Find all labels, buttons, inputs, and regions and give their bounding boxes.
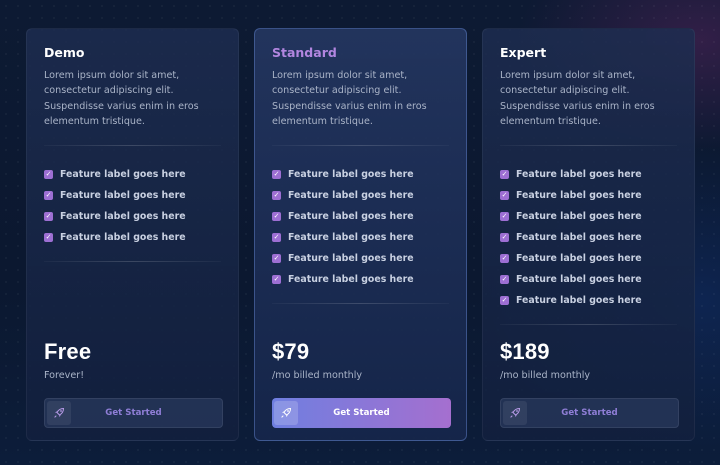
get-started-button[interactable]: Get Started <box>44 398 223 428</box>
plan-description: Lorem ipsum dolor sit amet, consectetur … <box>500 70 655 127</box>
feature-label: Feature label goes here <box>516 232 642 244</box>
pricing-card-expert: Expert Lorem ipsum dolor sit amet, conse… <box>482 28 695 441</box>
billing-period: /mo billed monthly <box>500 370 591 381</box>
price-block: $79 /mo billed monthly <box>272 339 362 381</box>
feature-item: ✓ Feature label goes here <box>500 248 677 269</box>
feature-label: Feature label goes here <box>60 169 186 181</box>
divider <box>44 145 221 147</box>
feature-label: Feature label goes here <box>516 190 642 202</box>
feature-label: Feature label goes here <box>60 211 186 223</box>
feature-item: ✓ Feature label goes here <box>500 227 677 248</box>
check-icon: ✓ <box>272 233 281 243</box>
check-icon: ✓ <box>500 233 509 243</box>
feature-item: ✓ Feature label goes here <box>500 206 677 227</box>
feature-label: Feature label goes here <box>516 253 642 265</box>
feature-item: ✓ Feature label goes here <box>44 164 221 185</box>
get-started-button[interactable]: Get Started <box>272 398 451 428</box>
check-icon: ✓ <box>44 170 53 180</box>
check-icon: ✓ <box>272 254 281 264</box>
button-label: Get Started <box>105 408 162 418</box>
price-block: Free Forever! <box>44 339 91 381</box>
button-label: Get Started <box>333 408 390 418</box>
feature-label: Feature label goes here <box>516 295 642 307</box>
feature-item: ✓ Feature label goes here <box>272 269 449 290</box>
feature-label: Feature label goes here <box>288 232 414 244</box>
divider <box>272 303 449 305</box>
feature-item: ✓ Feature label goes here <box>500 164 677 185</box>
feature-item: ✓ Feature label goes here <box>272 206 449 227</box>
billing-period: Forever! <box>44 370 85 381</box>
plan-price: $79 <box>272 339 310 364</box>
feature-item: ✓ Feature label goes here <box>500 290 677 311</box>
pricing-card-demo: Demo Lorem ipsum dolor sit amet, consect… <box>26 28 239 441</box>
feature-item: ✓ Feature label goes here <box>272 248 449 269</box>
feature-label: Feature label goes here <box>288 274 414 286</box>
feature-list: ✓ Feature label goes here ✓ Feature label … <box>500 164 677 311</box>
plan-name: Standard <box>272 45 337 60</box>
button-label: Get Started <box>561 408 618 418</box>
feature-item: ✓ Feature label goes here <box>44 227 221 248</box>
plan-price: $189 <box>500 339 550 364</box>
get-started-button[interactable]: Get Started <box>500 398 679 428</box>
check-icon: ✓ <box>272 170 281 180</box>
feature-label: Feature label goes here <box>516 274 642 286</box>
plan-description: Lorem ipsum dolor sit amet, consectetur … <box>44 70 199 127</box>
check-icon: ✓ <box>500 275 509 285</box>
feature-item: ✓ Feature label goes here <box>500 269 677 290</box>
check-icon: ✓ <box>500 170 509 180</box>
feature-item: ✓ Feature label goes here <box>272 185 449 206</box>
feature-item: ✓ Feature label goes here <box>44 206 221 227</box>
feature-label: Feature label goes here <box>60 190 186 202</box>
rocket-icon <box>503 401 527 425</box>
feature-label: Feature label goes here <box>516 169 642 181</box>
check-icon: ✓ <box>44 233 53 243</box>
divider <box>272 145 449 147</box>
divider <box>500 324 677 326</box>
check-icon: ✓ <box>500 212 509 222</box>
check-icon: ✓ <box>44 212 53 222</box>
rocket-icon <box>274 401 298 425</box>
price-block: $189 /mo billed monthly <box>500 339 590 381</box>
check-icon: ✓ <box>500 191 509 201</box>
feature-label: Feature label goes here <box>288 190 414 202</box>
feature-list: ✓ Feature label goes here ✓ Feature label … <box>44 164 221 248</box>
feature-label: Feature label goes here <box>288 169 414 181</box>
check-icon: ✓ <box>44 191 53 201</box>
plan-description: Lorem ipsum dolor sit amet, consectetur … <box>272 70 427 127</box>
pricing-card-standard: Standard Lorem ipsum dolor sit amet, con… <box>254 28 467 441</box>
divider <box>44 261 221 263</box>
check-icon: ✓ <box>500 254 509 264</box>
feature-item: ✓ Feature label goes here <box>272 227 449 248</box>
feature-item: ✓ Feature label goes here <box>500 185 677 206</box>
check-icon: ✓ <box>272 191 281 201</box>
rocket-icon <box>47 401 71 425</box>
check-icon: ✓ <box>272 212 281 222</box>
feature-list: ✓ Feature label goes here ✓ Feature label … <box>272 164 449 290</box>
plan-price: Free <box>44 339 92 364</box>
feature-item: ✓ Feature label goes here <box>272 164 449 185</box>
check-icon: ✓ <box>272 275 281 285</box>
feature-item: ✓ Feature label goes here <box>44 185 221 206</box>
feature-label: Feature label goes here <box>288 253 414 265</box>
plan-name: Expert <box>500 45 547 60</box>
divider <box>500 145 677 147</box>
billing-period: /mo billed monthly <box>272 370 363 381</box>
plan-name: Demo <box>44 45 85 60</box>
feature-label: Feature label goes here <box>60 232 186 244</box>
feature-label: Feature label goes here <box>516 211 642 223</box>
feature-label: Feature label goes here <box>288 211 414 223</box>
check-icon: ✓ <box>500 296 509 306</box>
